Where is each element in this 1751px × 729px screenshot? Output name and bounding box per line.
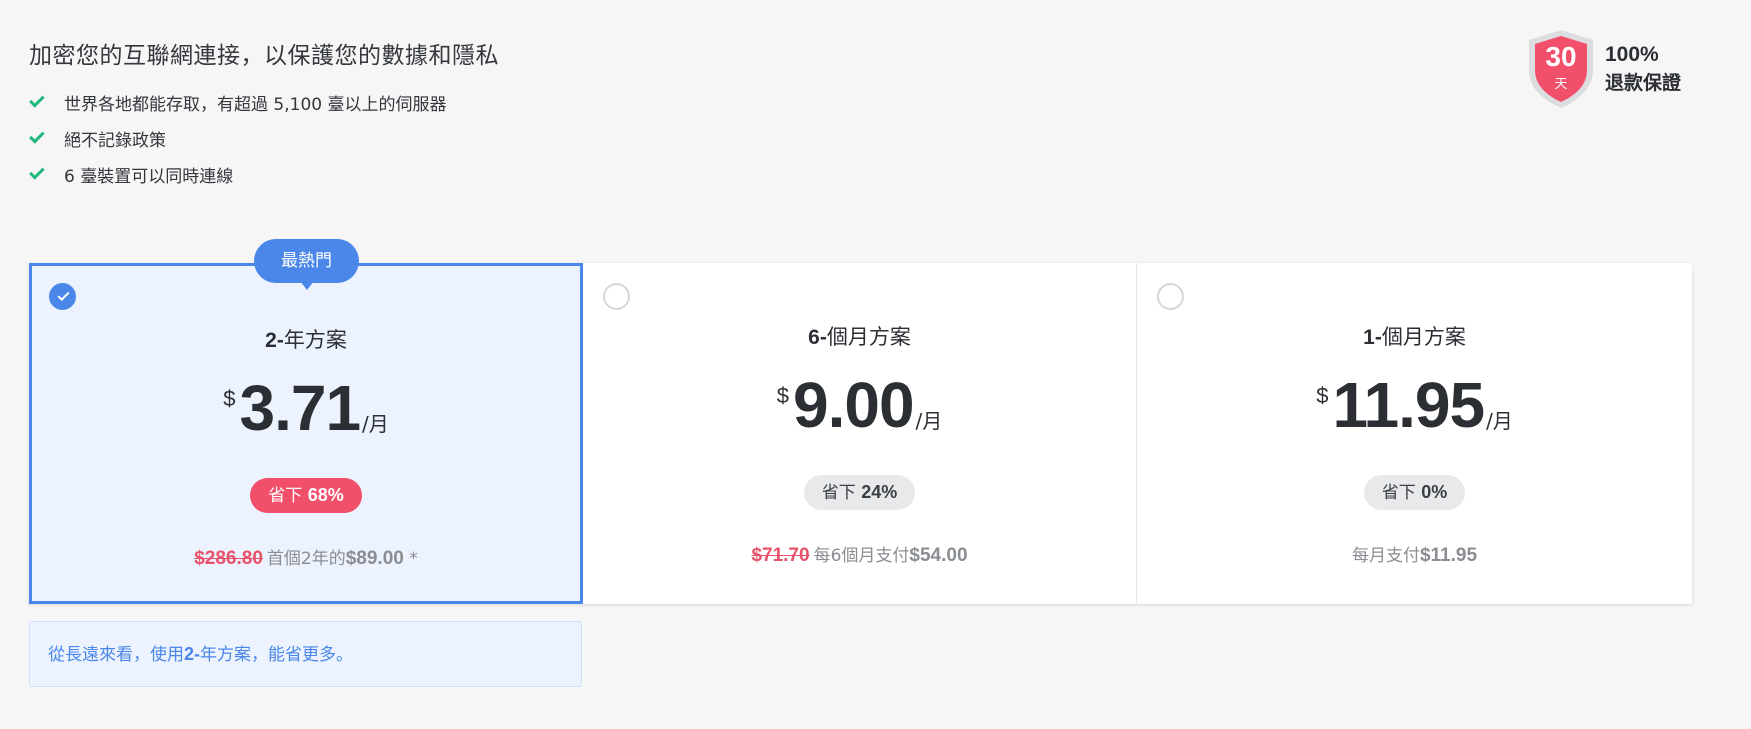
price-period: /月: [362, 412, 389, 436]
feature-item: 世界各地都能存取，有超過 5,100 臺以上的伺服器: [29, 84, 447, 120]
savings-prefix: 省下: [268, 486, 303, 506]
currency-symbol: $: [776, 383, 789, 408]
savings-badge: 省下 68%: [250, 478, 362, 513]
plan-card-2-year[interactable]: 2-年方案 $3.71/月 省下 68% $286.80 首個2年的$89.00 …: [29, 263, 583, 604]
billing-amount: $11.95: [1419, 545, 1478, 566]
billing-info: 每月支付$11.95: [1137, 541, 1692, 567]
savings-value: 24%: [861, 482, 898, 502]
plan-price: $3.71/月: [32, 376, 580, 440]
plan-card-6-month[interactable]: 6-個月方案 $9.00/月 省下 24% $71.70 每6個月支付$54.00: [583, 263, 1137, 604]
price-amount: 9.00: [792, 369, 915, 441]
plan-name-number: 1-: [1363, 326, 1382, 349]
billing-amount: $54.00: [909, 545, 968, 566]
plan-name: 2-年方案: [32, 324, 580, 354]
plan-name-text: 個月方案: [826, 325, 911, 349]
plan-radio[interactable]: [1157, 283, 1184, 310]
plan-name-number: 2-: [265, 329, 284, 352]
price-period: /月: [1486, 409, 1513, 433]
billing-prefix: 每月支付: [1351, 546, 1420, 566]
plan-name-number: 6-: [808, 326, 827, 349]
checkmark-icon: [29, 128, 45, 144]
guarantee-text: 100% 退款保證: [1605, 41, 1681, 97]
savings-badge: 省下 0%: [1363, 475, 1466, 510]
plan-radio-selected[interactable]: [49, 283, 76, 310]
plan-name: 6-個月方案: [583, 321, 1136, 351]
plan-selector: 2-年方案 $3.71/月 省下 68% $286.80 首個2年的$89.00 …: [29, 263, 1692, 604]
guarantee-days: 30: [1545, 41, 1577, 72]
checkmark-icon: [57, 288, 70, 302]
price-amount: 3.71: [239, 372, 361, 444]
savings-wrap: 省下 0%: [1137, 475, 1692, 510]
checkmark-icon: [29, 164, 45, 180]
plan-radio[interactable]: [603, 283, 630, 310]
price-period: /月: [915, 409, 943, 433]
plan-name-text: 年方案: [283, 328, 347, 352]
billing-amount: $89.00: [345, 548, 404, 569]
original-price: $71.70: [751, 545, 810, 566]
most-popular-badge: 最熱門: [254, 239, 359, 290]
feature-text: 絕不記錄政策: [64, 130, 166, 151]
feature-item: 絕不記錄政策: [29, 120, 446, 156]
guarantee-percent: 100%: [1605, 43, 1659, 66]
money-back-guarantee: 30 天 100% 退款保證: [1527, 28, 1681, 110]
plan-card-1-month[interactable]: 1-個月方案 $11.95/月 省下 0% 每月支付$11.95: [1137, 263, 1692, 604]
feature-list: 世界各地都能存取，有超過 5,100 臺以上的伺服器 絕不記錄政策 6 臺裝置可…: [29, 84, 447, 192]
savings-prefix: 省下: [1381, 483, 1416, 503]
note-prefix: 從長遠來看，使用: [48, 645, 184, 665]
guarantee-day-unit: 天: [1554, 77, 1568, 92]
checkmark-icon: [29, 92, 45, 108]
plan-name-text: 個月方案: [1381, 325, 1466, 349]
billing-info: $71.70 每6個月支付$54.00: [583, 541, 1136, 567]
savings-badge: 省下 24%: [803, 475, 916, 510]
billing-prefix: 首個2年的: [266, 549, 346, 569]
savings-prefix: 省下: [821, 483, 856, 503]
plan-price: $9.00/月: [583, 373, 1136, 437]
feature-text: 世界各地都能存取，有超過 5,100 臺以上的伺服器: [64, 94, 447, 115]
feature-text: 6 臺裝置可以同時連線: [64, 166, 234, 187]
currency-symbol: $: [223, 386, 236, 411]
feature-item: 6 臺裝置可以同時連線: [29, 156, 446, 192]
note-suffix: 年方案，能省更多。: [200, 645, 354, 665]
billing-suffix: *: [403, 549, 418, 569]
currency-symbol: $: [1316, 383, 1329, 408]
plan-name: 1-個月方案: [1137, 321, 1692, 351]
savings-wrap: 省下 68%: [32, 478, 580, 513]
note-bold: 2-: [184, 644, 201, 664]
price-amount: 11.95: [1332, 369, 1485, 441]
guarantee-label: 退款保證: [1605, 72, 1682, 94]
savings-note: 從長遠來看，使用2-年方案，能省更多。: [29, 621, 582, 687]
billing-prefix: 每6個月支付: [813, 546, 910, 566]
billing-info: $286.80 首個2年的$89.00 *: [32, 544, 580, 570]
page-headline: 加密您的互聯網連接，以保護您的數據和隱私: [29, 43, 499, 69]
pricing-page: 加密您的互聯網連接，以保護您的數據和隱私 世界各地都能存取，有超過 5,100 …: [0, 0, 1751, 729]
savings-wrap: 省下 24%: [583, 475, 1136, 510]
plan-price: $11.95/月: [1137, 373, 1692, 437]
savings-value: 0%: [1421, 482, 1448, 502]
savings-value: 68%: [307, 485, 344, 505]
money-back-shield-icon: 30 天: [1527, 28, 1595, 110]
original-price: $286.80: [194, 548, 263, 569]
